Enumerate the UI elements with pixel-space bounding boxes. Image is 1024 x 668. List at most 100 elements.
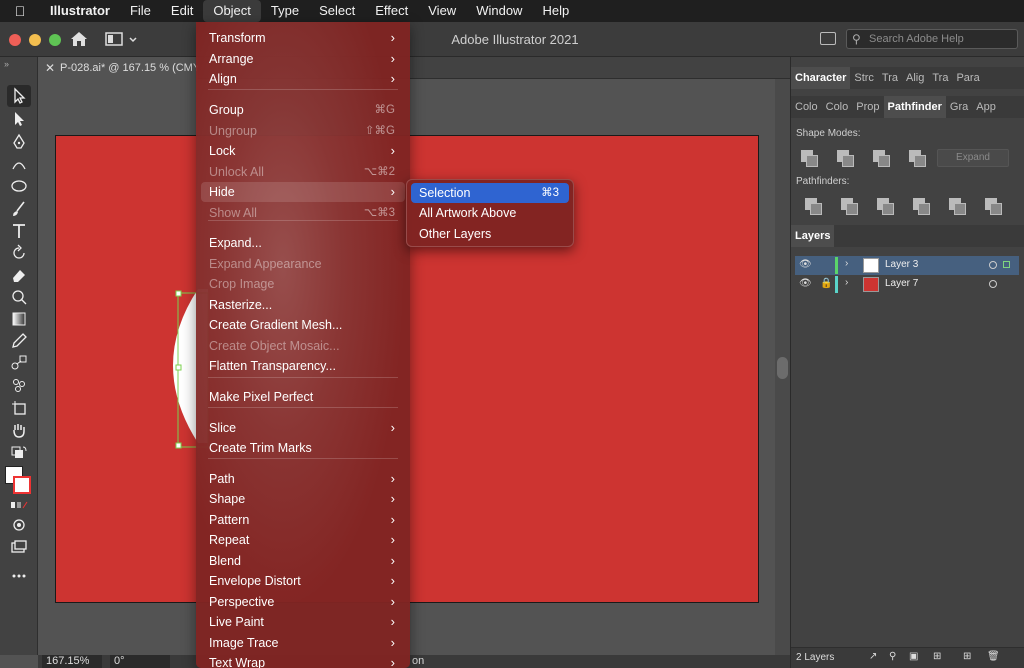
menu-item-align[interactable]: Align › — [201, 69, 405, 89]
eyedropper-tool-icon[interactable] — [7, 330, 31, 352]
zoom-window-button[interactable] — [49, 34, 61, 46]
menu-item-repeat[interactable]: Repeat › — [201, 530, 405, 550]
tab-gradient[interactable]: Gra — [946, 96, 972, 118]
close-window-button[interactable] — [9, 34, 21, 46]
stroke-swatch[interactable] — [13, 476, 31, 494]
tab-color-guide[interactable]: Colo — [822, 96, 853, 118]
menu-item-create-trim-marks[interactable]: Create Trim Marks — [201, 438, 405, 458]
submenu-item-other-layers[interactable]: Other Layers — [411, 224, 569, 244]
menu-item-perspective[interactable]: Perspective › — [201, 592, 405, 612]
tab-color[interactable]: Colo — [791, 96, 822, 118]
crop-icon[interactable] — [913, 198, 930, 215]
panel-layout-icon[interactable] — [820, 32, 836, 45]
menu-item-image-trace[interactable]: Image Trace › — [201, 633, 405, 653]
menu-item-make-pixel-perfect[interactable]: Make Pixel Perfect — [201, 387, 405, 407]
expand-layer-chevron-icon[interactable]: › — [845, 277, 848, 288]
exclude-icon[interactable] — [909, 150, 926, 167]
menu-item-transform[interactable]: Transform › — [201, 28, 405, 48]
layer-target-icon[interactable] — [989, 261, 997, 269]
menu-effect[interactable]: Effect — [365, 0, 418, 22]
selection-tool-icon[interactable] — [7, 85, 31, 107]
shape-builder-tool-icon[interactable] — [7, 286, 31, 308]
lock-icon[interactable]: 🔒 — [820, 278, 832, 289]
home-icon[interactable] — [68, 29, 90, 49]
layer-target-icon[interactable] — [989, 280, 997, 288]
color-mode-icons[interactable] — [7, 499, 31, 513]
vertical-scrollbar[interactable] — [775, 79, 790, 655]
menu-object[interactable]: Object — [203, 0, 261, 22]
apple-icon[interactable]:  — [0, 3, 40, 19]
tab-pathfinder[interactable]: Pathfinder — [883, 96, 946, 118]
ellipse-tool-icon[interactable] — [7, 175, 31, 197]
menu-item-slice[interactable]: Slice › — [201, 418, 405, 438]
symbol-sprayer-tool-icon[interactable] — [7, 374, 31, 396]
menu-window[interactable]: Window — [466, 0, 532, 22]
menu-select[interactable]: Select — [309, 0, 365, 22]
menu-item-envelope-distort[interactable]: Envelope Distort › — [201, 571, 405, 591]
layer-name[interactable]: Layer 7 — [885, 278, 918, 289]
paintbrush-tool-icon[interactable] — [7, 198, 31, 220]
menu-type[interactable]: Type — [261, 0, 309, 22]
pen-tool-icon[interactable] — [7, 131, 31, 153]
menu-help[interactable]: Help — [532, 0, 579, 22]
tab-transparency[interactable]: Tra — [928, 67, 952, 89]
search-help-input[interactable]: ⚲ Search Adobe Help — [846, 29, 1018, 49]
hand-tool-icon[interactable] — [7, 419, 31, 441]
divide-icon[interactable] — [805, 198, 822, 215]
rotation-field[interactable]: 0° — [110, 655, 170, 668]
menu-item-pattern[interactable]: Pattern › — [201, 510, 405, 530]
direct-selection-tool-icon[interactable] — [7, 108, 31, 130]
type-tool-icon[interactable] — [7, 220, 31, 242]
more-tools-icon[interactable] — [7, 565, 31, 587]
menu-view[interactable]: View — [418, 0, 466, 22]
tab-transform[interactable]: Tra — [878, 67, 902, 89]
canvas-area[interactable] — [38, 79, 790, 655]
menu-app-name[interactable]: Illustrator — [40, 0, 120, 22]
submenu-item-all-artwork-above[interactable]: All Artwork Above — [411, 203, 569, 223]
menu-file[interactable]: File — [120, 0, 161, 22]
layer-row[interactable]: 👁 › Layer 3 — [795, 256, 1019, 275]
visibility-eye-icon[interactable]: 👁 — [799, 259, 812, 270]
curvature-tool-icon[interactable] — [7, 153, 31, 175]
screen-mode-icon[interactable] — [7, 536, 31, 558]
rotate-tool-icon[interactable] — [7, 242, 31, 264]
tab-appearance[interactable]: App — [972, 96, 1000, 118]
document-tab[interactable]: ✕ P-028.ai* @ 167.15 % (CMYK — [38, 57, 198, 79]
tab-align[interactable]: Alig — [902, 67, 928, 89]
submenu-item-selection[interactable]: Selection ⌘3 — [411, 183, 569, 203]
tab-properties[interactable]: Prop — [852, 96, 883, 118]
zoom-field[interactable]: 167.15% — [42, 655, 102, 668]
collapse-toolbar-icon[interactable]: ›› — [4, 59, 9, 69]
menu-item-create-gradient-mesh[interactable]: Create Gradient Mesh... — [201, 315, 405, 335]
new-layer-icon[interactable]: ⊞ — [963, 651, 971, 662]
menu-item-live-paint[interactable]: Live Paint › — [201, 612, 405, 632]
menu-item-lock[interactable]: Lock › — [201, 141, 405, 161]
menu-item-text-wrap[interactable]: Text Wrap › — [201, 653, 405, 668]
menu-item-hide[interactable]: Hide › — [201, 182, 405, 202]
gradient-tool-icon[interactable] — [7, 308, 31, 330]
locate-object-icon[interactable]: ⚲ — [889, 651, 896, 662]
minus-back-icon[interactable] — [985, 198, 1002, 215]
minus-front-icon[interactable] — [837, 150, 854, 167]
tab-layers[interactable]: Layers — [791, 225, 835, 247]
close-tab-icon[interactable]: ✕ — [45, 57, 55, 79]
tab-stroke[interactable]: Strc — [850, 67, 878, 89]
draw-mode-icon[interactable] — [7, 514, 31, 536]
tab-character[interactable]: Character — [791, 67, 851, 89]
blend-tool-icon[interactable] — [7, 352, 31, 374]
clipping-mask-icon[interactable]: ▣ — [909, 651, 918, 662]
merge-icon[interactable] — [877, 198, 894, 215]
layer-selected-indicator[interactable] — [1003, 261, 1010, 268]
menu-item-expand[interactable]: Expand... — [201, 233, 405, 253]
expand-button[interactable]: Expand — [937, 149, 1009, 167]
menu-item-path[interactable]: Path › — [201, 469, 405, 489]
trim-icon[interactable] — [841, 198, 858, 215]
menu-item-shape[interactable]: Shape › — [201, 489, 405, 509]
menu-item-blend[interactable]: Blend › — [201, 551, 405, 571]
unite-icon[interactable] — [801, 150, 818, 167]
menu-item-flatten-transparency[interactable]: Flatten Transparency... — [201, 356, 405, 376]
minimize-window-button[interactable] — [29, 34, 41, 46]
tab-paragraph[interactable]: Para — [952, 67, 983, 89]
workspace-switcher-icon[interactable] — [104, 29, 144, 49]
menu-item-arrange[interactable]: Arrange › — [201, 49, 405, 69]
